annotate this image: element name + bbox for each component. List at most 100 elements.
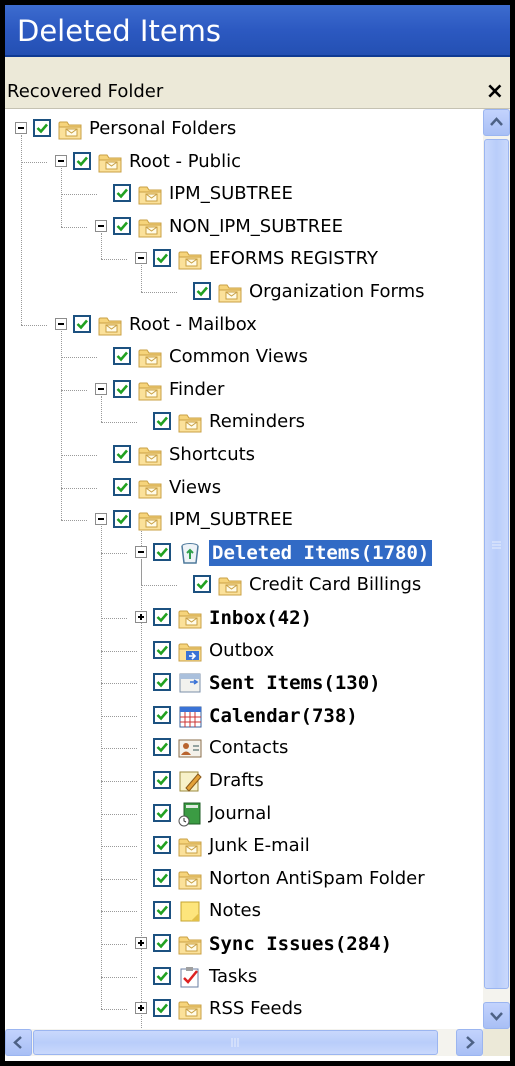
tree-item[interactable]: Personal Folders — [5, 113, 483, 145]
checkbox-checked-icon[interactable] — [193, 575, 211, 594]
scroll-up-arrow-icon[interactable] — [483, 109, 510, 136]
checkbox-checked-icon[interactable] — [113, 347, 131, 366]
vertical-scrollbar[interactable] — [483, 109, 510, 1029]
checkbox-checked-icon[interactable] — [113, 445, 131, 463]
checkbox-checked-icon[interactable] — [153, 966, 171, 985]
tree-item[interactable]: Credit Card Billings — [5, 569, 483, 601]
checkbox-checked-icon[interactable] — [113, 216, 131, 235]
window-title: Deleted Items — [5, 5, 510, 57]
checkbox-checked-icon[interactable] — [153, 608, 171, 626]
tree-item[interactable]: Notes — [5, 895, 483, 927]
vertical-scroll-thumb[interactable] — [484, 139, 509, 989]
collapse-minus-icon[interactable] — [55, 154, 67, 167]
checkbox-checked-icon[interactable] — [153, 673, 171, 692]
tree-connector-line — [101, 259, 127, 261]
tree-connector-line — [101, 944, 127, 945]
tree-item[interactable]: Shortcuts — [5, 439, 483, 471]
expand-plus-icon[interactable] — [135, 611, 147, 623]
tree-item[interactable]: IPM_SUBTREE — [5, 504, 483, 536]
tree-item[interactable]: Reminders — [5, 406, 483, 438]
scroll-down-arrow-icon[interactable] — [483, 1002, 510, 1029]
checkbox-checked-icon[interactable] — [153, 934, 171, 952]
tree-item[interactable]: Organization Forms — [5, 276, 483, 308]
tree-item[interactable]: NON_IPM_SUBTREE — [5, 211, 483, 243]
tasks-icon — [177, 964, 203, 990]
checkbox-checked-icon[interactable] — [113, 184, 131, 203]
checkbox-checked-icon[interactable] — [153, 803, 171, 822]
sent-items-icon — [177, 670, 203, 696]
tree-connector-line — [101, 976, 137, 978]
tree-item[interactable]: Inbox(42) — [5, 602, 483, 634]
horizontal-scroll-thumb[interactable] — [33, 1030, 438, 1055]
tree-item[interactable]: Finder — [5, 374, 483, 406]
checkbox-checked-icon[interactable] — [73, 151, 91, 170]
tree-connector-line — [101, 715, 137, 717]
checkbox-checked-icon[interactable] — [153, 836, 171, 855]
tree-item[interactable]: RSS Feeds — [5, 993, 483, 1025]
checkbox-checked-icon[interactable] — [153, 738, 171, 757]
tree-item[interactable]: Drafts — [5, 765, 483, 797]
tree-item[interactable]: Sent Items(130) — [5, 667, 483, 699]
expand-plus-icon[interactable] — [135, 937, 147, 949]
checkbox-checked-icon[interactable] — [113, 477, 131, 496]
folder-icon — [137, 181, 163, 207]
checkbox-checked-icon[interactable] — [153, 249, 171, 268]
checkbox-checked-icon[interactable] — [153, 542, 171, 561]
collapse-minus-icon[interactable] — [135, 545, 147, 558]
tree-item[interactable]: Norton AntiSpam Folder — [5, 863, 483, 895]
tree-item[interactable]: Contacts — [5, 732, 483, 764]
tree-connector-line — [61, 389, 87, 391]
collapse-minus-icon[interactable] — [95, 382, 107, 395]
expand-plus-icon[interactable] — [135, 1002, 147, 1015]
tree-item-label: IPM_SUBTREE — [169, 183, 293, 205]
tree-item[interactable]: IPM_SUBTREE — [5, 178, 483, 210]
tree-item[interactable]: Root - Public — [5, 146, 483, 178]
scroll-right-arrow-icon[interactable] — [456, 1029, 483, 1056]
tree-item[interactable]: Outbox — [5, 635, 483, 667]
tree-connector-line — [61, 520, 87, 522]
tree-connector-line — [101, 618, 127, 619]
tree-item[interactable]: Common Views — [5, 341, 483, 373]
collapse-minus-icon[interactable] — [95, 219, 107, 232]
tree-item-label: Finder — [169, 378, 225, 400]
contacts-icon — [177, 735, 203, 761]
tree-item[interactable]: EFORMS REGISTRY — [5, 243, 483, 275]
tree-item[interactable]: Tasks — [5, 961, 483, 993]
checkbox-checked-icon[interactable] — [113, 379, 131, 398]
tree-item[interactable]: Junk E-mail — [5, 830, 483, 862]
tree-connector-line — [101, 552, 127, 554]
checkbox-checked-icon[interactable] — [153, 999, 171, 1018]
folder-icon — [137, 214, 163, 240]
tree-item-label: Root - Public — [129, 150, 241, 172]
checkbox-checked-icon[interactable] — [33, 119, 51, 137]
checkbox-checked-icon[interactable] — [153, 705, 171, 724]
collapse-minus-icon[interactable] — [55, 317, 67, 330]
tree-item-label: Common Views — [169, 346, 308, 368]
checkbox-checked-icon[interactable] — [153, 771, 171, 789]
tree-connector-line — [101, 846, 137, 848]
tree-item-label: Notes — [209, 900, 261, 922]
folder-icon — [177, 996, 203, 1022]
checkbox-checked-icon[interactable] — [193, 282, 211, 300]
folder-icon — [137, 507, 163, 533]
tree-item-label: NON_IPM_SUBTREE — [169, 215, 343, 237]
tree-item[interactable]: Deleted Items(1780) — [5, 537, 483, 569]
checkbox-checked-icon[interactable] — [113, 510, 131, 529]
checkbox-checked-icon[interactable] — [153, 640, 171, 659]
collapse-minus-icon[interactable] — [95, 513, 107, 526]
tree-item[interactable]: Views — [5, 472, 483, 504]
checkbox-checked-icon[interactable] — [73, 314, 91, 333]
checkbox-checked-icon[interactable] — [153, 868, 171, 887]
checkbox-checked-icon[interactable] — [153, 412, 171, 431]
horizontal-scrollbar[interactable] — [5, 1029, 483, 1056]
tree-item-label: Calendar(738) — [209, 704, 358, 727]
close-icon[interactable]: × — [486, 75, 504, 109]
scroll-left-arrow-icon[interactable] — [5, 1029, 32, 1056]
tree-item[interactable]: Sync Issues(284) — [5, 928, 483, 960]
tree-item[interactable]: Journal — [5, 798, 483, 830]
checkbox-checked-icon[interactable] — [153, 901, 171, 920]
collapse-minus-icon[interactable] — [15, 122, 27, 134]
collapse-minus-icon[interactable] — [135, 252, 147, 265]
tree-item[interactable]: Root - Mailbox — [5, 309, 483, 341]
tree-item[interactable]: Calendar(738) — [5, 700, 483, 732]
